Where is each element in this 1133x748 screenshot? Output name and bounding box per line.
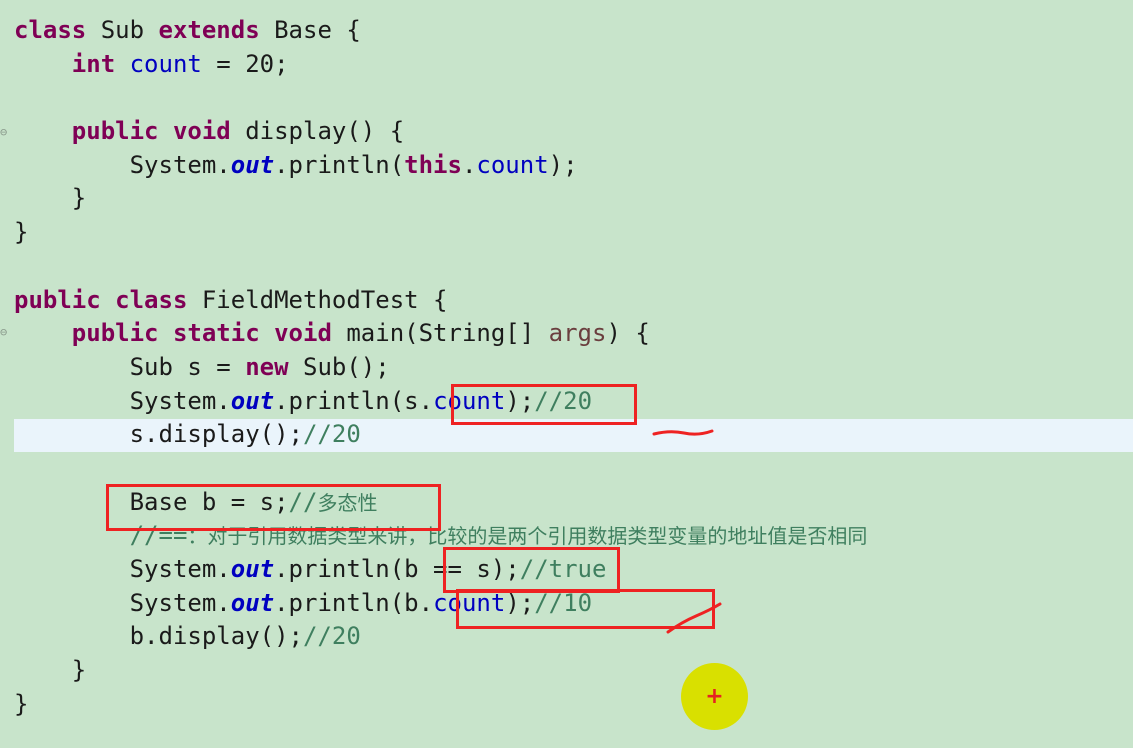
code-line[interactable]: s.display();//20: [14, 418, 867, 452]
code-token: main(String[]: [331, 319, 549, 348]
code-token: class: [115, 285, 188, 314]
mouse-cursor-highlight: +: [681, 663, 748, 730]
code-token: = 20;: [201, 49, 289, 78]
code-line[interactable]: public class FieldMethodTest {: [14, 284, 867, 318]
code-token: void: [274, 319, 332, 348]
code-token: }: [14, 184, 87, 213]
code-token: ) {: [606, 319, 650, 348]
code-token: .: [461, 150, 477, 179]
code-token: System.: [14, 150, 231, 179]
code-token: System.: [14, 386, 231, 415]
code-token: static: [172, 319, 260, 348]
code-line[interactable]: [14, 452, 867, 486]
code-token: new: [245, 352, 289, 381]
code-line[interactable]: }: [14, 216, 867, 250]
code-token: class: [14, 16, 87, 44]
annotation-box-polymorphism: [106, 484, 441, 531]
code-token: .println(b.: [274, 588, 434, 617]
code-token: System.: [14, 555, 231, 583]
code-line[interactable]: }: [14, 182, 867, 216]
code-token: Sub s =: [14, 352, 246, 381]
code-token: .println(s.: [274, 386, 434, 415]
code-token: args: [548, 319, 607, 348]
code-token: void: [172, 117, 231, 146]
code-token: }: [14, 656, 87, 685]
code-token: public: [71, 117, 159, 146]
code-token: public: [71, 319, 159, 348]
code-token: out: [230, 555, 275, 583]
code-line[interactable]: [14, 250, 867, 284]
code-line[interactable]: int count = 20;: [14, 48, 867, 82]
code-token: count: [129, 49, 202, 78]
code-editor[interactable]: class Sub extends Base { int count = 20;…: [14, 14, 867, 721]
code-token: //20: [302, 420, 361, 449]
code-token: }: [14, 689, 29, 718]
code-token: .println(: [274, 150, 405, 179]
code-token: System.: [14, 588, 231, 617]
code-token: b.display();: [14, 622, 303, 651]
fold-marker-icon[interactable]: ⊖: [0, 325, 8, 339]
crosshair-icon: +: [705, 684, 724, 709]
code-token: //20: [302, 622, 361, 651]
code-token: out: [230, 386, 275, 415]
code-line[interactable]: public static void main(String[] args) {: [14, 317, 867, 351]
code-line[interactable]: class Sub extends Base {: [14, 14, 867, 48]
code-token: display() {: [230, 117, 405, 146]
code-token: count: [476, 150, 549, 179]
code-line[interactable]: System.out.println(b.count);//10: [14, 587, 867, 621]
code-token: s.display();: [14, 420, 303, 449]
code-token: Sub: [86, 16, 159, 44]
code-token: );: [548, 150, 578, 179]
code-line[interactable]: Sub s = new Sub();: [14, 351, 867, 385]
code-line[interactable]: public void display() {: [14, 115, 867, 149]
code-token: public: [14, 285, 101, 314]
checkmark-scribble: [666, 602, 722, 634]
code-token: int: [71, 49, 116, 78]
fold-marker-icon[interactable]: ⊖: [0, 125, 8, 139]
annotation-box-b-equals-s: [443, 547, 620, 593]
code-line[interactable]: b.display();//20: [14, 620, 867, 654]
code-token: out: [230, 588, 275, 617]
underline-scribble: [652, 429, 714, 436]
code-line[interactable]: System.out.println(this.count);: [14, 149, 867, 183]
code-line[interactable]: System.out.println(b == s);//true: [14, 553, 867, 587]
code-token: }: [14, 218, 29, 247]
code-token: FieldMethodTest {: [187, 285, 448, 314]
code-line[interactable]: System.out.println(s.count);//20: [14, 385, 867, 419]
code-token: Base {: [259, 16, 361, 44]
annotation-box-s-count: [451, 384, 637, 425]
code-token: Sub();: [288, 352, 390, 381]
code-token: this: [404, 150, 462, 179]
code-token: extends: [158, 16, 260, 44]
code-token: out: [230, 150, 275, 179]
code-line[interactable]: [14, 81, 867, 115]
